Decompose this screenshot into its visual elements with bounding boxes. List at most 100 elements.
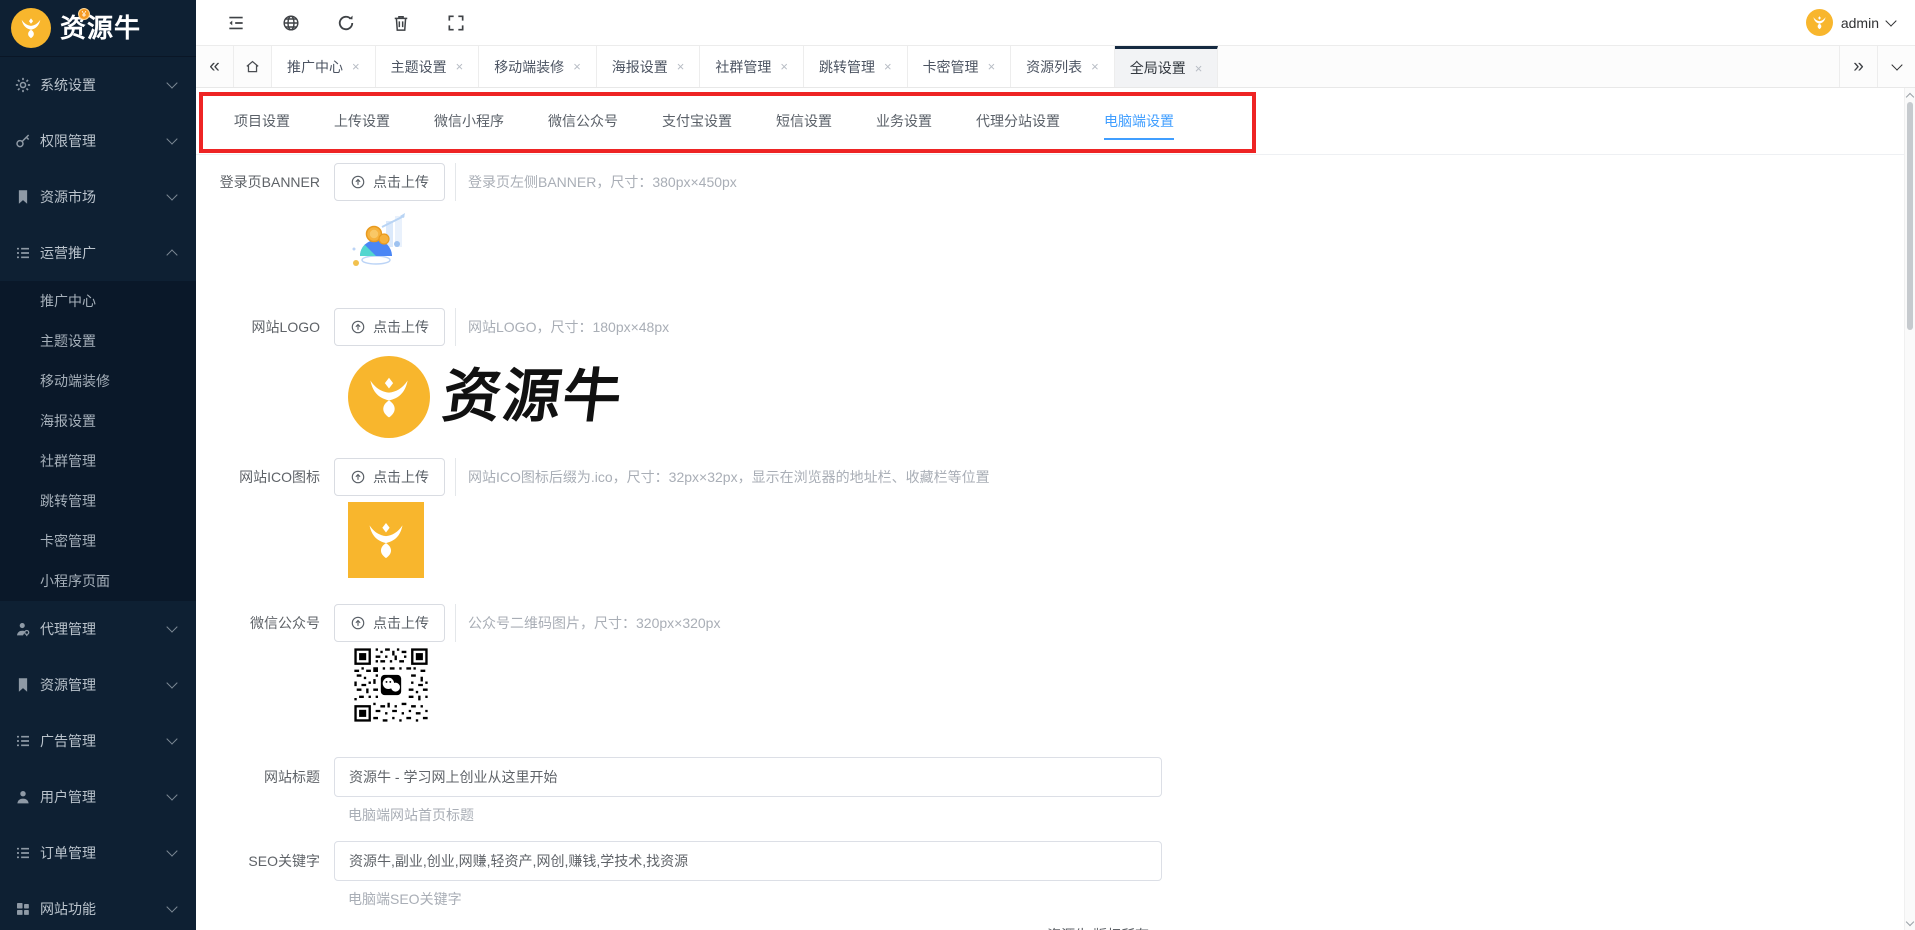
close-icon[interactable]: × — [1195, 62, 1203, 75]
wechat-qr-code — [352, 646, 430, 724]
sidebar-item-user-management[interactable]: 用户管理 — [0, 769, 196, 825]
home-tab[interactable] — [234, 46, 272, 87]
settings-tab-upload[interactable]: 上传设置 — [312, 88, 412, 154]
page-tab[interactable]: 跳转管理 × — [803, 46, 908, 87]
page-tab[interactable]: 海报设置 × — [596, 46, 701, 87]
pc-settings-form: 登录页BANNER 点击上传 登录页左侧BANNER，尺寸：380px×450p… — [196, 155, 1915, 930]
upload-icon — [350, 319, 366, 335]
admin-app: 资源牛 ¥ 系统设置 权限管理 资源市场 运营推广 推广中心 主题设置 移动端装… — [0, 0, 1915, 930]
chevron-down-icon — [166, 677, 178, 689]
field-hint-site-logo: 网站LOGO，尺寸：180px×48px — [455, 308, 669, 346]
refresh-icon[interactable] — [336, 13, 356, 33]
user-menu[interactable]: admin — [1805, 9, 1897, 36]
page-tab[interactable]: 移动端装修 × — [479, 46, 597, 87]
top-toolbar: admin — [196, 0, 1915, 46]
sidebar-item-operation-promotion[interactable]: 运营推广 — [0, 225, 196, 281]
field-hint-seo-keywords: 电脑端SEO关键字 — [348, 891, 462, 907]
upload-wechat-qr-button[interactable]: 点击上传 — [334, 604, 445, 642]
sidebar-item-ad-management[interactable]: 广告管理 — [0, 713, 196, 769]
login-banner-preview — [348, 201, 1915, 308]
settings-tab-business[interactable]: 业务设置 — [854, 88, 954, 154]
home-icon — [244, 58, 261, 75]
close-icon[interactable]: × — [352, 60, 360, 73]
double-chevron-right-icon: » — [1853, 56, 1864, 77]
chevron-down-icon — [1890, 58, 1903, 71]
globe-icon[interactable] — [281, 13, 301, 33]
username: admin — [1840, 14, 1879, 31]
chevron-up-icon — [166, 249, 178, 261]
list-icon — [14, 244, 32, 262]
sidebar-subitem-community-management[interactable]: 社群管理 — [0, 441, 196, 481]
page-scrollbar[interactable] — [1904, 88, 1915, 930]
page-tab[interactable]: 资源列表 × — [1011, 46, 1115, 87]
close-icon[interactable]: × — [573, 60, 581, 73]
sidebar-subitem-miniprogram-pages[interactable]: 小程序页面 — [0, 561, 196, 601]
page-tab[interactable]: 社群管理 × — [700, 46, 804, 87]
close-icon[interactable]: × — [1091, 60, 1099, 73]
sidebar-item-order-management[interactable]: 订单管理 — [0, 825, 196, 881]
scroll-down-arrow-icon[interactable] — [1905, 917, 1915, 928]
page-tab[interactable]: 卡密管理 × — [907, 46, 1012, 87]
field-label-site-title: 网站标题 — [264, 769, 320, 785]
upload-site-ico-button[interactable]: 点击上传 — [334, 458, 445, 496]
agent-icon — [14, 620, 32, 638]
page-tabbar: « 推广中心 × 主题设置 × 移动端装修 × 海报设置 × 社群管理 × 跳转管理 × 卡… — [196, 46, 1915, 88]
scroll-up-arrow-icon[interactable] — [1905, 90, 1915, 101]
upload-icon — [350, 469, 366, 485]
coin-icon: ¥ — [78, 8, 90, 20]
settings-tab-project[interactable]: 项目设置 — [212, 88, 312, 154]
settings-tab-wechat-miniprogram[interactable]: 微信小程序 — [412, 88, 526, 154]
menu-fold-icon[interactable] — [226, 13, 246, 33]
user-icon — [14, 788, 32, 806]
settings-tab-alipay[interactable]: 支付宝设置 — [640, 88, 754, 154]
tabs-actions-button[interactable] — [1877, 46, 1915, 87]
sidebar-menu: 系统设置 权限管理 资源市场 运营推广 推广中心 主题设置 移动端装修 海报设置… — [0, 57, 196, 930]
settings-tabs: 项目设置 上传设置 微信小程序 微信公众号 支付宝设置 短信设置 业务设置 代理… — [196, 88, 1915, 155]
page-tab-active[interactable]: 全局设置 × — [1114, 46, 1219, 87]
fullscreen-icon[interactable] — [446, 13, 466, 33]
sidebar-item-resource-management[interactable]: 资源管理 — [0, 657, 196, 713]
sidebar-subitem-card-key-management[interactable]: 卡密管理 — [0, 521, 196, 561]
chevron-down-icon — [166, 733, 178, 745]
chevron-down-icon — [166, 901, 178, 913]
trash-icon[interactable] — [391, 13, 411, 33]
sidebar: 资源牛 ¥ 系统设置 权限管理 资源市场 运营推广 推广中心 主题设置 移动端装… — [0, 0, 196, 930]
settings-tab-pc[interactable]: 电脑端设置 — [1082, 88, 1196, 154]
close-icon[interactable]: × — [780, 60, 788, 73]
field-hint-site-ico: 网站ICO图标后缀为.ico，尺寸：32px×32px，显示在浏览器的地址栏、收… — [455, 458, 990, 496]
sidebar-logo[interactable]: 资源牛 ¥ — [0, 0, 196, 57]
close-icon[interactable]: × — [677, 60, 685, 73]
scrollbar-thumb[interactable] — [1907, 102, 1913, 330]
sidebar-item-permissions[interactable]: 权限管理 — [0, 113, 196, 169]
sidebar-subitem-mobile-decoration[interactable]: 移动端装修 — [0, 361, 196, 401]
upload-login-banner-button[interactable]: 点击上传 — [334, 163, 445, 201]
sidebar-subitem-theme-settings[interactable]: 主题设置 — [0, 321, 196, 361]
brand-bull-icon — [11, 8, 51, 48]
site-title-input[interactable] — [334, 757, 1162, 797]
sidebar-item-system-settings[interactable]: 系统设置 — [0, 57, 196, 113]
tabs-scroll-right-button[interactable]: » — [1839, 46, 1877, 87]
chevron-down-icon — [166, 77, 178, 89]
submenu-operation-promotion: 推广中心 主题设置 移动端装修 海报设置 社群管理 跳转管理 卡密管理 小程序页… — [0, 281, 196, 601]
close-icon[interactable]: × — [456, 60, 464, 73]
settings-tab-sms[interactable]: 短信设置 — [754, 88, 854, 154]
upload-icon — [350, 615, 366, 631]
close-icon[interactable]: × — [884, 60, 892, 73]
chevron-down-icon — [166, 789, 178, 801]
settings-tab-agent-substation[interactable]: 代理分站设置 — [954, 88, 1082, 154]
sidebar-item-agent-management[interactable]: 代理管理 — [0, 601, 196, 657]
field-label-seo-keywords: SEO关键字 — [248, 853, 320, 869]
page-tab[interactable]: 推广中心 × — [272, 46, 376, 87]
sidebar-item-site-features[interactable]: 网站功能 — [0, 881, 196, 930]
sidebar-subitem-promotion-center[interactable]: 推广中心 — [0, 281, 196, 321]
upload-site-logo-button[interactable]: 点击上传 — [334, 308, 445, 346]
tabs-scroll-left-button[interactable]: « — [196, 46, 234, 87]
seo-keywords-input[interactable] — [334, 841, 1162, 881]
close-icon[interactable]: × — [988, 60, 996, 73]
sidebar-subitem-poster-settings[interactable]: 海报设置 — [0, 401, 196, 441]
copyright: © 2015-2024 资源牛 版权所有 — [196, 925, 1915, 930]
sidebar-item-resource-market[interactable]: 资源市场 — [0, 169, 196, 225]
sidebar-subitem-redirect-management[interactable]: 跳转管理 — [0, 481, 196, 521]
page-tab[interactable]: 主题设置 × — [375, 46, 480, 87]
settings-tab-wechat-official[interactable]: 微信公众号 — [526, 88, 640, 154]
